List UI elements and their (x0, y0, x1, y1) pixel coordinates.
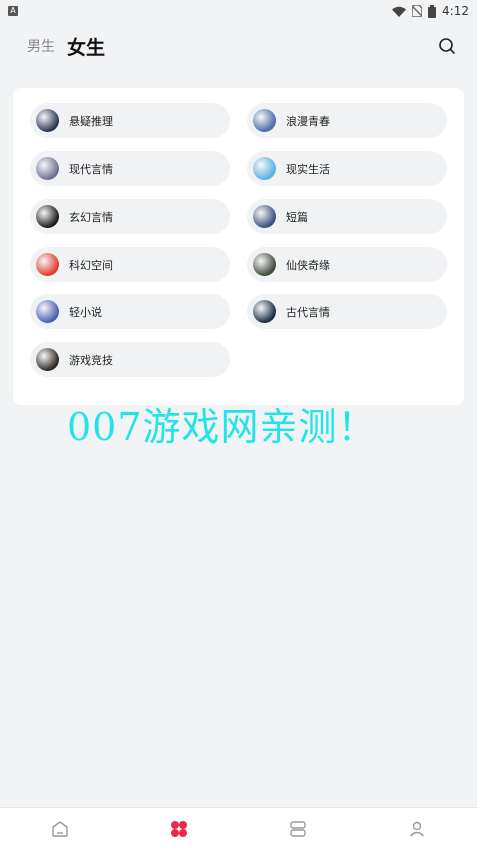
category-label: 仙侠奇缘 (286, 258, 330, 272)
category-cover-thumbnail (253, 205, 276, 228)
nav-profile[interactable] (358, 808, 477, 849)
category-label: 浪漫青春 (286, 114, 330, 128)
nav-bookshelf[interactable] (239, 808, 358, 849)
no-sim-icon (412, 5, 423, 17)
battery-icon (428, 4, 437, 18)
category-label: 科幻空间 (69, 258, 113, 272)
category-item[interactable]: 现代言情 (30, 151, 230, 186)
category-cover-thumbnail (36, 348, 59, 371)
category-label: 现实生活 (286, 162, 330, 176)
profile-icon (410, 821, 425, 836)
search-icon[interactable] (437, 36, 457, 56)
category-item[interactable]: 浪漫青春 (247, 103, 447, 138)
tab-female[interactable]: 女生 (67, 33, 105, 60)
category-cover-thumbnail (253, 157, 276, 180)
category-item[interactable]: 轻小说 (30, 294, 230, 329)
home-icon (51, 820, 68, 837)
category-cover-thumbnail (36, 300, 59, 323)
category-cover-thumbnail (36, 157, 59, 180)
category-cover-thumbnail (36, 253, 59, 276)
category-label: 古代言情 (286, 305, 330, 319)
category-cover-thumbnail (36, 109, 59, 132)
category-cover-thumbnail (253, 109, 276, 132)
wifi-icon (392, 6, 407, 17)
category-item[interactable]: 古代言情 (247, 294, 447, 329)
tab-male[interactable]: 男生 (27, 36, 55, 56)
category-item[interactable]: 科幻空间 (30, 247, 230, 282)
nav-home[interactable] (0, 808, 119, 849)
watermark-text: 007游戏网亲测！ (67, 405, 377, 449)
notification-icon: A (8, 6, 18, 16)
category-icon (170, 820, 187, 837)
top-tab-bar: 男生 女生 (0, 26, 477, 66)
clock: 4:12 (442, 4, 469, 18)
bottom-nav (0, 807, 477, 849)
category-item[interactable]: 玄幻言情 (30, 199, 230, 234)
category-cover-thumbnail (36, 205, 59, 228)
category-label: 短篇 (286, 210, 308, 224)
category-item[interactable]: 仙侠奇缘 (247, 247, 447, 282)
status-bar: A 4:12 (0, 0, 477, 22)
category-label: 悬疑推理 (69, 114, 113, 128)
bookshelf-icon (290, 820, 306, 837)
category-cover-thumbnail (253, 253, 276, 276)
category-label: 现代言情 (69, 162, 113, 176)
category-item[interactable]: 现实生活 (247, 151, 447, 186)
nav-category[interactable] (119, 808, 238, 849)
category-item[interactable]: 悬疑推理 (30, 103, 230, 138)
category-cover-thumbnail (253, 300, 276, 323)
category-item[interactable]: 游戏竞技 (30, 342, 230, 377)
category-label: 玄幻言情 (69, 210, 113, 224)
category-grid: 悬疑推理 浪漫青春现代言情 现实生活玄幻言情 短篇科幻空间 仙侠奇缘轻小说 古代言情游戏竞… (13, 88, 464, 405)
category-label: 轻小说 (69, 305, 102, 319)
category-item[interactable]: 短篇 (247, 199, 447, 234)
category-label: 游戏竞技 (69, 353, 113, 367)
